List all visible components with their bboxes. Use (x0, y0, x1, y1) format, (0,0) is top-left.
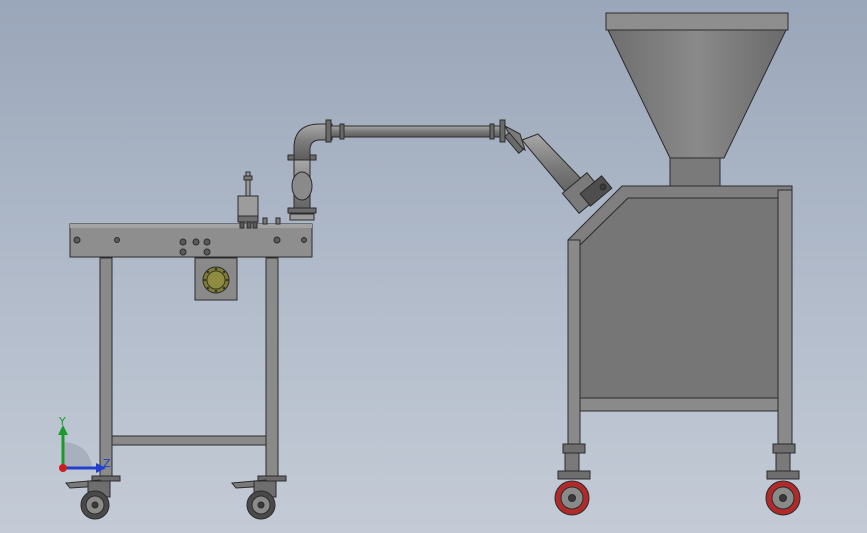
left-stand-caster-front (65, 479, 111, 520)
hopper-neck (669, 157, 721, 187)
cad-viewport[interactable]: Y Z (0, 0, 867, 533)
valve-body (237, 195, 259, 217)
machine-caster-right (765, 452, 801, 516)
left-stand-crossbar (111, 435, 267, 446)
hopper-cone (607, 29, 787, 159)
machine-caster-left (554, 452, 591, 516)
hopper-rim (605, 12, 789, 31)
sight-glass (291, 171, 313, 201)
hopper-machine (562, 12, 796, 454)
left-stand-rear-leg (265, 257, 279, 479)
transfer-pipe (287, 119, 613, 221)
assembly-model[interactable] (0, 0, 867, 533)
orientation-triad[interactable]: Y Z (50, 410, 120, 480)
axis-y-label: Y (59, 415, 66, 428)
left-stand-caster-rear (231, 479, 277, 520)
axis-z-label: Z (103, 457, 111, 470)
